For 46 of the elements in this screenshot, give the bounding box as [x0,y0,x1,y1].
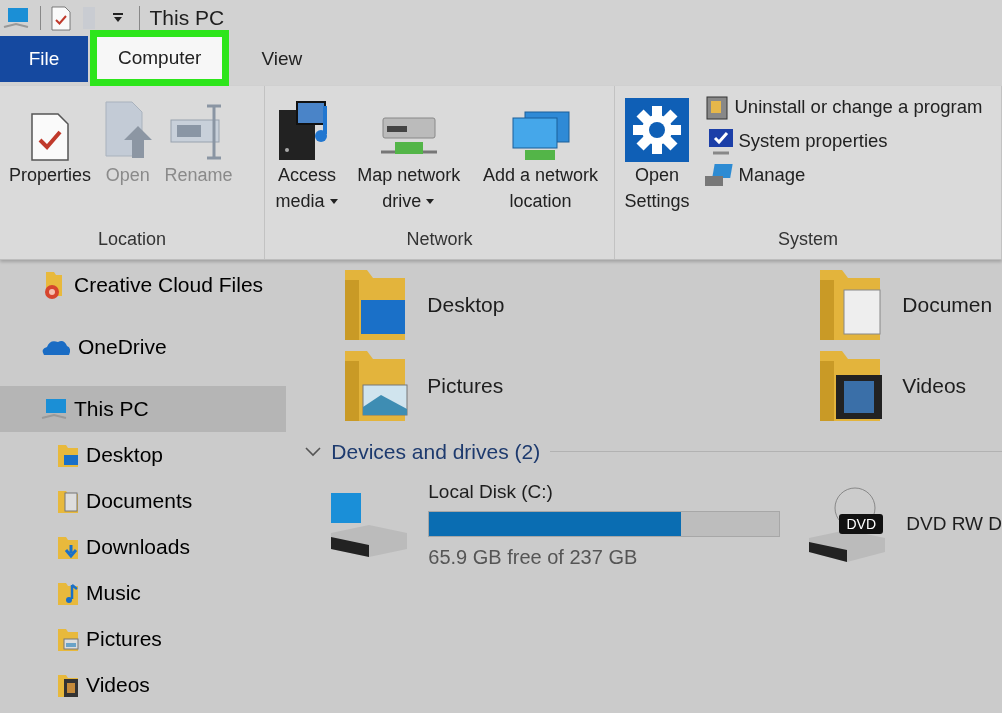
ribbon-button[interactable]: Add a network location [474,90,607,218]
ribbon-button[interactable]: Map network drive [347,90,470,218]
ribbon-command[interactable]: Uninstall or change a program [702,90,983,124]
file-menu-tab[interactable]: File [0,36,88,82]
group-label: Network [405,228,474,251]
ribbon-button[interactable]: Open Settings [621,90,693,218]
nav-item[interactable]: Videos [0,662,287,708]
ribbon-button[interactable]: Properties [6,90,95,192]
group-label: System [777,228,839,251]
nav-item[interactable]: This PC [0,386,287,432]
folder-name[interactable]: Videos [902,370,967,402]
ribbon-button[interactable]: Access media [271,90,343,218]
ribbon-command[interactable]: Manage [702,158,983,192]
nav-item[interactable]: Pictures [0,616,287,662]
dropdown-icon [111,12,124,24]
folder-name[interactable]: Documen [902,289,993,321]
nav-item[interactable]: Desktop [0,432,287,478]
dvd-drive-icon [807,485,888,564]
computer-icon [40,396,68,422]
dvd-label: DVD [845,514,878,534]
settings-icon [625,98,689,162]
windows-drive-icon [329,492,410,557]
blank-page-icon [81,5,97,31]
dropdown-arrow-icon [328,199,339,206]
drive-name[interactable]: Local Disk (C:) [428,477,781,506]
window-title: This PC [149,5,225,32]
ribbon-tab[interactable]: View [239,36,325,82]
drive-name[interactable]: DVD RW D [906,510,1002,539]
computer-management-icon [702,161,735,188]
nav-item[interactable]: Downloads [0,524,287,570]
nav-item[interactable]: OneDrive [0,324,287,370]
nav-item[interactable]: Creative Cloud Files [0,262,287,308]
dropdown-arrow-icon [425,199,436,206]
checked-document-icon [30,112,70,162]
drive-capacity: 65.9 GB free of 237 GB [428,544,639,570]
folder-name[interactable]: Pictures [427,370,504,402]
checked-document-icon [51,5,71,31]
group-label: Location [96,228,168,251]
chevron-down-icon [305,446,322,457]
nav-item[interactable]: Music [0,570,287,616]
ribbon-command[interactable]: System properties [702,124,983,158]
collapse-chevron[interactable] [305,446,322,457]
group-header: Devices and drives (2) [331,439,541,465]
nav-item[interactable]: Documents [0,478,287,524]
computer-icon [2,5,30,31]
folder-name[interactable]: Desktop [427,289,505,321]
